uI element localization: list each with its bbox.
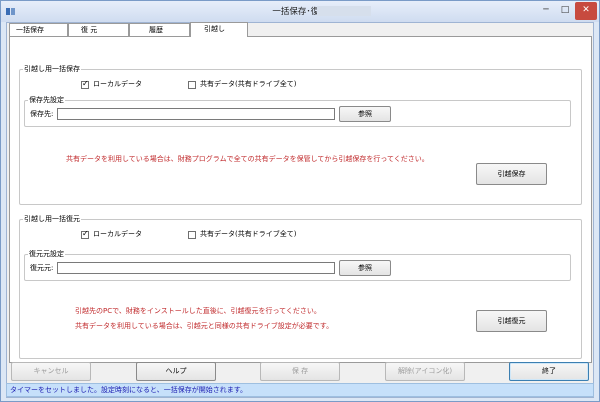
save-dest-group-title: 保存先設定 [28, 96, 65, 105]
restore-shared-label: 共有データ(共有ドライブ全て) [200, 230, 297, 238]
minimize-button[interactable]: ─ [536, 2, 556, 20]
restore-local-checkbox[interactable] [81, 229, 89, 239]
title-redacted [317, 6, 371, 16]
save-browse-button[interactable]: 参照 [339, 106, 391, 122]
restore-note-2: 共有データを利用している場合は、引越元と同様の共有ドライブ設定が必要です。 [75, 322, 334, 330]
exit-button[interactable]: 終了 [509, 362, 589, 381]
moving-save-button[interactable]: 引越保存 [476, 163, 547, 185]
maximize-button[interactable]: □ [555, 2, 575, 20]
save-dest-group: 保存先設定 保存先: 参照 [24, 96, 571, 127]
save-dest-label: 保存先: [30, 110, 54, 118]
cancel-button[interactable]: キャンセル [11, 362, 91, 381]
client-area: 一括保存 復 元 履歴 引越し用一括保存 ローカルデータ 共有データ(共有ドライ… [6, 22, 594, 398]
minimize-to-icon-button[interactable]: 解除(アイコン化) [385, 362, 465, 381]
help-button[interactable]: ヘルプ [136, 362, 216, 381]
tab-restore[interactable]: 復 元 [68, 23, 129, 37]
title-bar: 一括保存･復元 ─ □ ✕ [1, 1, 599, 22]
save-local-checkbox[interactable] [81, 79, 89, 89]
save-group: 引越し用一括保存 ローカルデータ 共有データ(共有ドライブ全て) 保存先設定 保… [19, 65, 582, 205]
save-local-label: ローカルデータ [93, 80, 142, 88]
app-window: 一括保存･復元 ─ □ ✕ 一括保存 復 元 履歴 引越し用一括保存 ローカルデ… [0, 0, 600, 402]
save-group-title: 引越し用一括保存 [23, 65, 81, 74]
save-note: 共有データを利用している場合は、財務プログラムで全ての共有データを保管してから引… [66, 155, 429, 163]
restore-src-group: 復元元設定 復元元: 参照 [24, 250, 571, 281]
save-shared-checkbox[interactable] [188, 81, 196, 89]
save-shared-label: 共有データ(共有ドライブ全て) [200, 80, 297, 88]
save-dest-input[interactable] [57, 108, 335, 120]
restore-shared-checkbox[interactable] [188, 231, 196, 239]
restore-group-title: 引越し用一括復元 [23, 215, 81, 224]
restore-src-input[interactable] [57, 262, 335, 274]
restore-browse-button[interactable]: 参照 [339, 260, 391, 276]
restore-local-label: ローカルデータ [93, 230, 142, 238]
tab-panel-moving: 引越し用一括保存 ローカルデータ 共有データ(共有ドライブ全て) 保存先設定 保… [9, 36, 592, 363]
restore-src-label: 復元元: [30, 264, 54, 272]
status-bar: タイマーをセットしました。設定時刻になると、一括保存が開始されます。 [6, 383, 594, 397]
restore-note-1: 引越先のPCで、財務をインストールした直後に、引越復元を行ってください。 [75, 307, 321, 315]
save-button[interactable]: 保 存 [260, 362, 340, 381]
tab-batch-save[interactable]: 一括保存 [9, 23, 68, 37]
restore-src-group-title: 復元元設定 [28, 250, 65, 259]
restore-group: 引越し用一括復元 ローカルデータ 共有データ(共有ドライブ全て) 復元元設定 復… [19, 215, 582, 359]
tab-moving[interactable]: 引越し [190, 22, 248, 37]
moving-restore-button[interactable]: 引越復元 [476, 310, 547, 332]
close-button[interactable]: ✕ [575, 2, 597, 20]
tab-history[interactable]: 履歴 [129, 23, 190, 37]
window-title: 一括保存･復元 [272, 7, 328, 17]
